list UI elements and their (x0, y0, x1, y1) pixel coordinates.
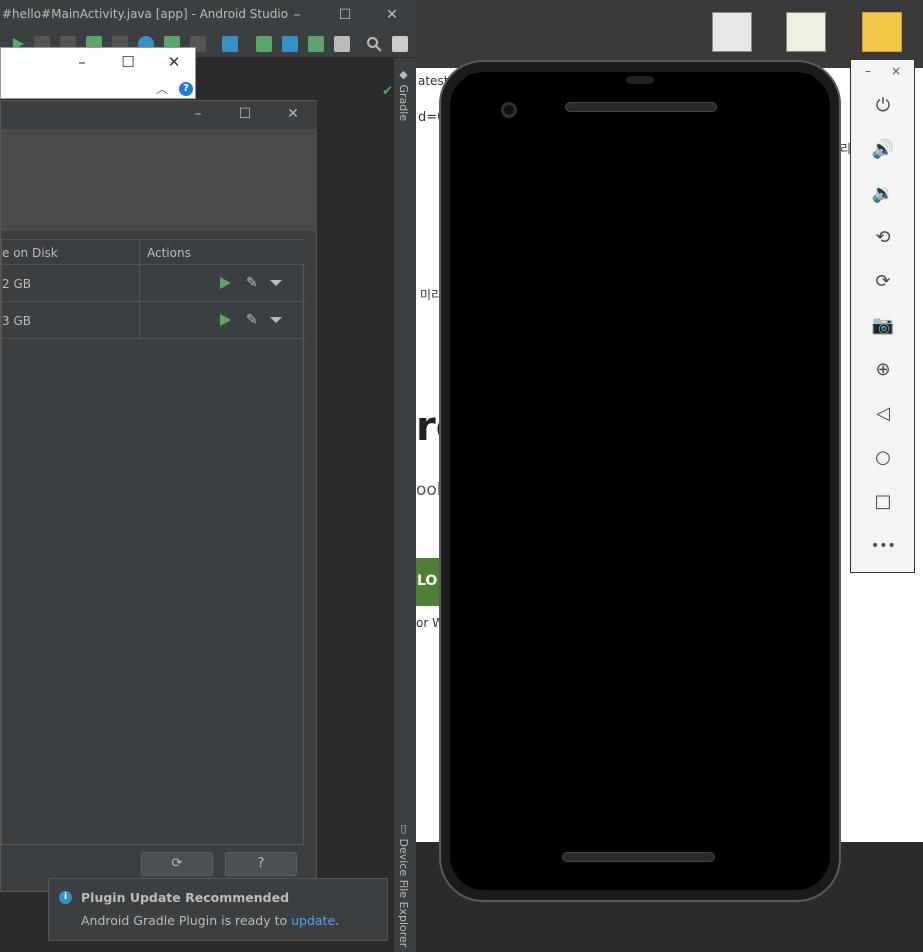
close-icon[interactable]: × (891, 64, 901, 78)
notification-body: Android Gradle Plugin is ready to update… (81, 913, 339, 928)
table-header: e on Disk Actions (2, 240, 305, 265)
home-icon[interactable]: ○ (871, 446, 895, 470)
rotate-left-icon[interactable]: ⟲ (871, 226, 895, 250)
front-camera (501, 102, 517, 118)
earpiece (626, 76, 654, 84)
avd-manager-icon[interactable] (256, 36, 272, 52)
close-icon[interactable]: ✕ (381, 4, 403, 26)
volume-down-icon[interactable]: 🔉 (871, 182, 895, 206)
studio-title-bar: #hello#MainActivity.java [app] - Android… (0, 0, 416, 30)
refresh-icon: ⟳ (171, 856, 183, 871)
avd-title-bar: – ☐ ✕ (1, 101, 317, 129)
desktop-folder-icon[interactable] (862, 12, 902, 52)
check-icon: ✔ (382, 84, 393, 99)
minimize-icon[interactable]: – (286, 4, 308, 26)
size-on-disk-column-header: e on Disk (2, 246, 58, 260)
emulator-screen[interactable] (450, 72, 830, 890)
plugin-update-notification: i Plugin Update Recommended Android Grad… (48, 878, 388, 941)
avd-device-table: e on Disk Actions 2 GB ✎ 3 GB ✎ (1, 239, 305, 845)
device-icon: ▯ (397, 822, 410, 839)
small-dialog-window: – ☐ ✕ ︿ ? (0, 47, 196, 99)
desktop-file-thumbnail-icon[interactable] (712, 12, 752, 52)
avd-manager-dialog: – ☐ ✕ e on Disk Actions 2 GB ✎ 3 GB ✎ ⟳ … (0, 100, 317, 892)
camera-screenshot-icon[interactable]: 📷 (871, 314, 895, 338)
avd-banner (1, 129, 317, 231)
notification-period: . (335, 913, 340, 928)
launch-play-icon[interactable] (220, 314, 231, 326)
column-divider (139, 302, 140, 338)
maximize-icon[interactable]: ☐ (234, 103, 256, 125)
overview-icon[interactable]: □ (871, 490, 895, 514)
right-tool-strip: ◆ Gradle ✔ ▯ Device File Explorer (382, 58, 416, 952)
volume-up-icon[interactable]: 🔊 (871, 138, 895, 162)
device-file-explorer-label: Device File Explorer (397, 838, 410, 948)
notification-body-text: Android Gradle Plugin is ready to (81, 913, 288, 928)
edit-pencil-icon[interactable]: ✎ (246, 275, 258, 291)
emulator-control-panel: – × ⏻ 🔊 🔉 ⟲ ⟳ 📷 ⊕ ◁ ○ □ ••• (850, 59, 915, 573)
update-link[interactable]: update (291, 913, 335, 928)
more-icon[interactable]: ••• (871, 534, 896, 558)
search-icon[interactable] (366, 36, 382, 52)
top-speaker-grill (565, 102, 717, 112)
rotate-right-icon[interactable]: ⟳ (871, 270, 895, 294)
download-button-label: LO (417, 573, 438, 589)
refresh-button[interactable]: ⟳ (141, 852, 213, 876)
table-row[interactable]: 2 GB ✎ (2, 265, 305, 302)
studio-window-title: #hello#MainActivity.java [app] - Android… (2, 7, 289, 21)
minimize-icon[interactable]: – (865, 64, 871, 78)
more-actions-dropdown-icon[interactable] (270, 317, 282, 323)
gradle-tab-label: Gradle (397, 84, 410, 122)
gradle-tab[interactable]: ◆ Gradle (397, 68, 410, 121)
help-button-label: ? (257, 856, 265, 871)
zoom-icon[interactable]: ⊕ (871, 358, 895, 382)
gradle-icon: ◆ (397, 68, 410, 85)
power-icon[interactable]: ⏻ (871, 94, 895, 118)
more-actions-dropdown-icon[interactable] (270, 280, 282, 286)
size-cell: 2 GB (2, 277, 31, 291)
device-icon[interactable] (308, 36, 324, 52)
launch-play-icon[interactable] (220, 277, 231, 289)
close-icon[interactable]: ✕ (282, 103, 304, 125)
chevron-up-icon[interactable]: ︿ (156, 80, 168, 97)
project-structure-icon[interactable] (222, 36, 238, 52)
maximize-icon[interactable]: ☐ (117, 52, 139, 72)
minimize-icon[interactable]: – (187, 103, 209, 125)
bottom-speaker-grill (562, 852, 715, 862)
device-file-explorer-tab[interactable]: ▯ Device File Explorer (397, 822, 410, 947)
help-icon[interactable]: ? (179, 82, 193, 96)
user-avatar-icon[interactable] (392, 36, 408, 52)
column-divider (139, 240, 140, 264)
sync-icon[interactable] (282, 36, 298, 52)
edit-pencil-icon[interactable]: ✎ (246, 312, 258, 328)
size-cell: 3 GB (2, 314, 31, 328)
actions-column-header: Actions (147, 246, 191, 260)
sdk-manager-icon[interactable] (334, 36, 350, 52)
minimize-icon[interactable]: – (71, 52, 93, 72)
notification-title: Plugin Update Recommended (81, 890, 290, 905)
back-icon[interactable]: ◁ (871, 402, 895, 426)
desktop-image-thumbnail-icon[interactable] (786, 12, 826, 52)
column-divider (139, 265, 140, 301)
maximize-icon[interactable]: ☐ (334, 4, 356, 26)
info-icon: i (59, 891, 72, 904)
help-button[interactable]: ? (225, 852, 297, 876)
close-icon[interactable]: ✕ (163, 52, 185, 72)
table-row[interactable]: 3 GB ✎ (2, 302, 305, 339)
